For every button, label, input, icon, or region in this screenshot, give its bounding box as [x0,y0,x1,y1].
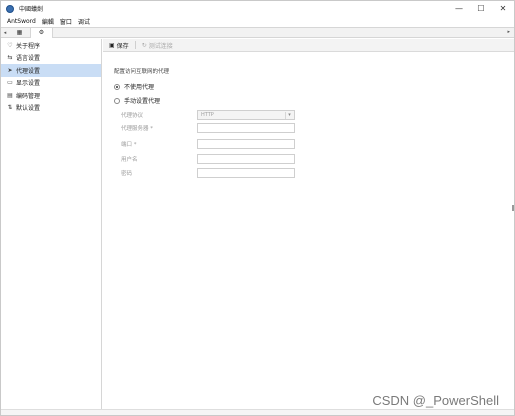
username-input[interactable] [197,153,295,164]
send-icon: ➤ [7,66,13,74]
maximize-button[interactable]: ☐ [470,1,492,16]
minimize-button[interactable]: — [448,1,470,16]
protocol-label: 代理协议 [121,112,144,119]
sidebar-item-encoders[interactable]: ▤ 编码管理 [1,89,101,102]
window-title: 中國蟻劍 [19,6,44,13]
tab-scroll-left-icon[interactable]: ◂ [1,30,9,36]
server-input[interactable] [197,122,295,133]
proxy-settings-panel: 配置访问互联网的代理 不使用代理 手动设置代理 代理协议 HTTP ▾ 代理服务… [103,53,514,409]
port-input[interactable] [197,138,295,149]
tab-strip: ◂ ▦ ⚙ ▸ [1,27,514,38]
no-proxy-label: 不使用代理 [124,84,155,91]
app-logo-icon [6,4,14,13]
resize-handle[interactable] [512,205,514,211]
sidebar-item-label: 默认设置 [16,105,41,113]
menu-antsword[interactable]: AntSword [7,18,36,25]
tab-scroll-right-icon[interactable]: ▸ [507,29,510,35]
port-row: 端口 * [121,138,295,149]
manual-proxy-option[interactable]: 手动设置代理 [114,96,160,105]
app-window: 中國蟻劍 — ☐ ✕ AntSword 編輯 窗口 调试 ◂ ▦ ⚙ ▸ ♡ 关… [0,0,515,416]
sidebar-item-language[interactable]: ⇆ 语言设置 [1,52,101,65]
sidebar-item-label: 代理设置 [16,67,41,75]
save-icon: ▣ [109,41,115,49]
sidebar-item-label: 关于程序 [16,42,41,50]
protocol-row: 代理协议 HTTP ▾ [121,109,295,120]
window-controls: — ☐ ✕ [448,1,514,16]
test-connection-label: 测试连接 [148,42,173,50]
username-label: 用户名 [121,156,138,163]
sliders-icon: ⇅ [7,104,13,112]
gear-icon: ⚙ [38,29,45,36]
title-bar: 中國蟻劍 — ☐ ✕ [1,1,514,16]
password-input[interactable] [197,167,295,178]
save-button[interactable]: ▣ 保存 [109,41,129,50]
settings-sidebar: ♡ 关于程序 ⇆ 语言设置 ➤ 代理设置 ▭ 显示设置 ▤ 编码管理 ⇅ 默认设… [1,39,102,409]
sidebar-item-defaults[interactable]: ⇅ 默认设置 [1,102,101,115]
port-label: 端口 * [121,141,137,148]
sidebar-item-label: 语言设置 [16,55,41,63]
toolbar-divider [134,41,136,49]
sidebar-item-label: 编码管理 [16,92,41,100]
status-bar [1,409,514,415]
test-connection-button[interactable]: ↻ 测试连接 [142,41,173,50]
proxy-description: 配置访问互联网的代理 [114,69,170,75]
server-row: 代理服务器 * [121,122,295,133]
menu-bar: AntSword 編輯 窗口 调试 [1,16,514,26]
sidebar-item-display[interactable]: ▭ 显示设置 [1,77,101,90]
no-proxy-option[interactable]: 不使用代理 [114,82,154,91]
language-icon: ⇆ [7,54,13,62]
heart-icon: ♡ [7,41,13,49]
menu-debug[interactable]: 调试 [78,17,90,26]
close-button[interactable]: ✕ [492,1,514,16]
sidebar-item-label: 显示设置 [16,80,41,88]
menu-edit[interactable]: 編輯 [42,17,54,26]
grid-icon: ▦ [16,29,23,36]
server-label: 代理服务器 * [121,125,153,132]
protocol-value: HTTP [201,111,214,118]
manual-proxy-label: 手动设置代理 [124,98,161,105]
tab-home[interactable]: ▦ [9,27,31,38]
password-label: 密码 [121,170,133,177]
save-button-label: 保存 [116,42,129,50]
sidebar-item-about[interactable]: ♡ 关于程序 [1,39,101,52]
password-row: 密码 [121,167,295,178]
protocol-select[interactable]: HTTP ▾ [197,109,295,120]
no-proxy-radio[interactable] [114,83,120,90]
watermark: CSDN @_PowerShell [372,393,499,408]
sidebar-item-proxy[interactable]: ➤ 代理设置 [1,64,101,77]
file-code-icon: ▤ [7,91,13,99]
monitor-icon: ▭ [7,79,13,87]
menu-window[interactable]: 窗口 [60,17,72,26]
username-row: 用户名 [121,153,295,164]
settings-toolbar: ▣ 保存 ↻ 测试连接 [103,39,514,52]
tab-settings[interactable]: ⚙ [31,27,53,38]
manual-proxy-radio[interactable] [114,97,120,104]
chevron-down-icon: ▾ [285,111,293,119]
refresh-icon: ↻ [141,41,147,49]
